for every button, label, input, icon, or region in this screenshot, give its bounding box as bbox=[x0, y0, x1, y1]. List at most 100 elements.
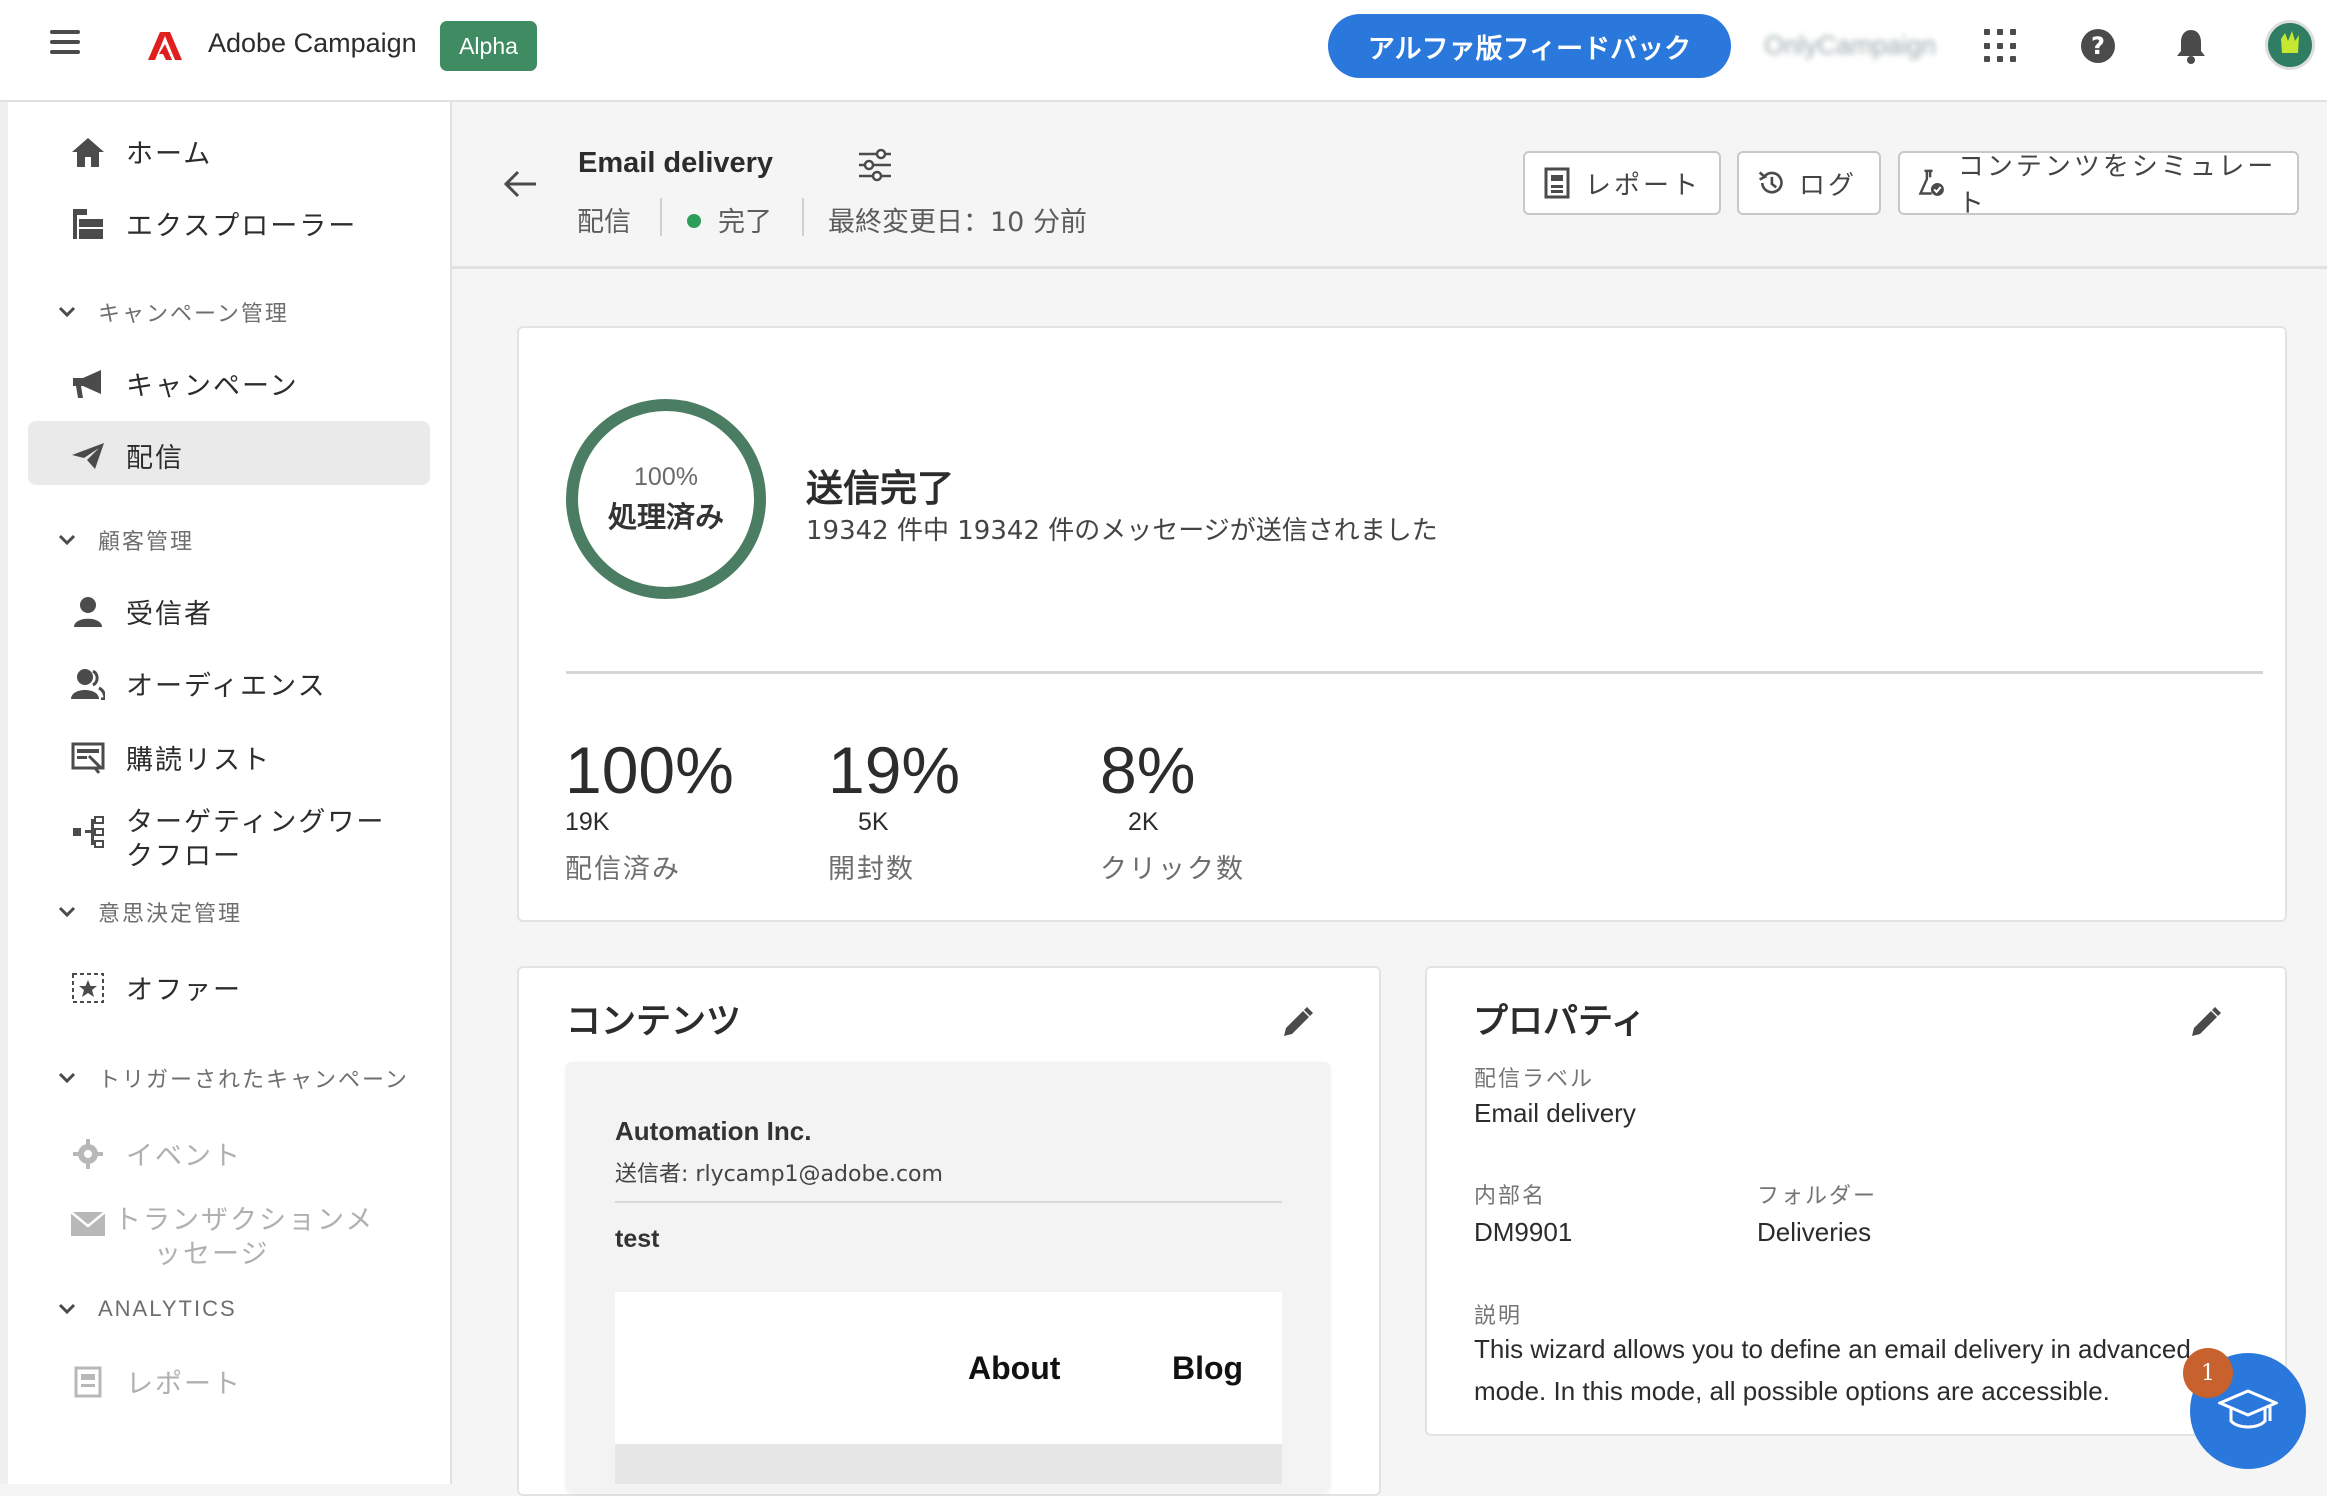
hamburger-menu-icon[interactable] bbox=[50, 30, 80, 60]
flask-check-icon bbox=[1918, 169, 1944, 196]
section-customer-management[interactable]: 顧客管理 bbox=[58, 524, 194, 556]
section-label: 意思決定管理 bbox=[98, 902, 243, 927]
internal-name-caption: 内部名 bbox=[1474, 1184, 1547, 1209]
log-button[interactable]: ログ bbox=[1737, 151, 1881, 215]
kpi-delivered: 100% 19K 配信済み bbox=[565, 732, 734, 886]
sidebar-item-label: トランザクションメ bbox=[114, 1205, 375, 1236]
help-icon[interactable]: ? bbox=[2081, 29, 2115, 63]
user-avatar[interactable] bbox=[2265, 20, 2315, 70]
progress-label: 処理済み bbox=[607, 499, 724, 534]
paper-plane-icon bbox=[70, 438, 106, 474]
sidebar-item-label: オーディエンス bbox=[126, 671, 327, 702]
section-label: キャンペーン管理 bbox=[98, 302, 289, 327]
description-caption: 説明 bbox=[1474, 1304, 1523, 1329]
edit-content-pencil-icon[interactable] bbox=[1280, 1006, 1314, 1040]
chevron-down-icon bbox=[58, 902, 78, 923]
sidebar-item-explorer[interactable]: エクスプローラー bbox=[70, 204, 357, 243]
chevron-down-icon bbox=[58, 1299, 78, 1320]
sidebar-item-label: 購読リスト bbox=[126, 745, 271, 776]
kpi-percent: 8% bbox=[1100, 733, 1196, 807]
section-decision-management[interactable]: 意思決定管理 bbox=[58, 896, 242, 928]
folder-value: Deliveries bbox=[1757, 1217, 1872, 1247]
section-label: トリガーされたキャンペーン bbox=[98, 1068, 409, 1093]
audience-icon bbox=[70, 666, 106, 702]
divider bbox=[660, 198, 662, 236]
email-subject: test bbox=[615, 1225, 660, 1253]
progress-percent: 100% bbox=[634, 462, 698, 491]
sidebar-item-offers[interactable]: オファー bbox=[70, 968, 242, 1007]
kpi-label: 配信済み bbox=[565, 854, 681, 885]
sidebar-item-audiences[interactable]: オーディエンス bbox=[70, 664, 327, 703]
internal-name-value: DM9901 bbox=[1474, 1217, 1573, 1247]
sender-address: 送信者: rlycamp1@adobe.com bbox=[615, 1162, 943, 1187]
envelope-icon bbox=[70, 1206, 106, 1242]
graduation-cap-icon bbox=[2218, 1389, 2278, 1429]
sidebar-item-label: ホーム bbox=[126, 139, 213, 170]
section-analytics[interactable]: ANALYTICS bbox=[58, 1296, 237, 1322]
chevron-down-icon bbox=[58, 1068, 78, 1089]
kpi-clicks: 8% 2K クリック数 bbox=[1100, 732, 1245, 886]
simulate-button-label: コンテンツをシミュレート bbox=[1957, 152, 2277, 219]
summary-divider bbox=[566, 671, 2263, 674]
delivery-label-caption: 配信ラベル bbox=[1474, 1067, 1595, 1092]
kpi-percent: 19% bbox=[828, 733, 961, 807]
status-label: 完了 bbox=[718, 207, 772, 238]
edit-properties-pencil-icon[interactable] bbox=[2188, 1006, 2222, 1040]
sidebar-item-recipients[interactable]: 受信者 bbox=[70, 592, 213, 631]
section-campaign-management[interactable]: キャンペーン管理 bbox=[58, 296, 289, 328]
delivery-label-value: Email delivery bbox=[1474, 1098, 1636, 1128]
progress-ring: 100% 処理済み bbox=[566, 399, 766, 599]
sidebar-item-home[interactable]: ホーム bbox=[70, 132, 212, 171]
sidebar-item-label: キャンペーン bbox=[126, 371, 299, 402]
gear-icon bbox=[70, 1136, 106, 1172]
sidebar-item-targeting-workflows[interactable]: ターゲティングワー クフロー bbox=[70, 806, 385, 874]
sidebar-item-label: 受信者 bbox=[126, 599, 213, 630]
adobe-logo-icon[interactable] bbox=[148, 28, 182, 62]
notifications-bell-icon[interactable] bbox=[2174, 27, 2208, 65]
simulate-content-button[interactable]: コンテンツをシミュレート bbox=[1898, 151, 2299, 219]
offer-star-icon bbox=[70, 970, 106, 1006]
kpi-count: 19K bbox=[565, 808, 610, 836]
workflow-icon bbox=[70, 814, 106, 850]
back-arrow-icon[interactable] bbox=[500, 164, 540, 204]
preview-divider bbox=[615, 1201, 1282, 1203]
description-line: This wizard allows you to define an emai… bbox=[1474, 1334, 2191, 1364]
divider bbox=[802, 198, 804, 236]
person-icon bbox=[70, 594, 106, 630]
kpi-percent: 100% bbox=[565, 733, 734, 807]
content-title: コンテンツ bbox=[566, 1002, 742, 1042]
page-title: Email delivery bbox=[578, 147, 774, 179]
subscription-list-icon bbox=[70, 740, 106, 776]
email-nav-blog[interactable]: Blog bbox=[1172, 1350, 1243, 1387]
sidebar-item-subscriptions[interactable]: 購読リスト bbox=[70, 738, 271, 777]
section-triggered-campaigns[interactable]: トリガーされたキャンペーン bbox=[58, 1062, 409, 1094]
app-title[interactable]: Adobe Campaign bbox=[208, 28, 417, 59]
status-dot bbox=[687, 214, 701, 228]
settings-sliders-icon[interactable] bbox=[857, 148, 893, 182]
org-switcher[interactable]: OnlyCampaign bbox=[1764, 30, 1936, 61]
feedback-button[interactable]: アルファ版フィードバック bbox=[1328, 14, 1731, 78]
sidebar-item-transactional-messages[interactable]: トランザクションメ ッセージ bbox=[70, 1204, 374, 1272]
report-button-label: レポート bbox=[1585, 170, 1702, 201]
email-body-section bbox=[615, 1444, 1282, 1484]
summary-heading: 送信完了 bbox=[806, 467, 954, 510]
sidebar-item-label: ターゲティングワー bbox=[126, 807, 386, 838]
megaphone-icon bbox=[70, 366, 106, 402]
chevron-down-icon bbox=[58, 302, 78, 323]
section-label: ANALYTICS bbox=[98, 1296, 237, 1321]
sidebar-item-deliveries[interactable]: 配信 bbox=[70, 436, 184, 475]
folder-tree-icon bbox=[70, 206, 106, 242]
sidebar-item-label: エクスプローラー bbox=[126, 211, 358, 242]
kpi-opens: 19% 5K 開封数 bbox=[828, 732, 960, 886]
sidebar-item-reports[interactable]: レポート bbox=[70, 1362, 242, 1401]
delivery-type: 配信 bbox=[577, 207, 631, 238]
description-line: mode. In this mode, all possible options… bbox=[1474, 1376, 2110, 1406]
sidebar-item-campaigns[interactable]: キャンペーン bbox=[70, 364, 299, 403]
last-modified: 最終変更日：10 分前 bbox=[828, 207, 1087, 238]
apps-grid-icon[interactable] bbox=[1984, 29, 2018, 63]
folder-caption: フォルダー bbox=[1757, 1184, 1878, 1209]
email-nav-about[interactable]: About bbox=[968, 1350, 1060, 1387]
report-button[interactable]: レポート bbox=[1523, 151, 1721, 215]
sidebar-item-events[interactable]: イベント bbox=[70, 1134, 242, 1173]
alpha-badge: Alpha bbox=[440, 21, 537, 71]
